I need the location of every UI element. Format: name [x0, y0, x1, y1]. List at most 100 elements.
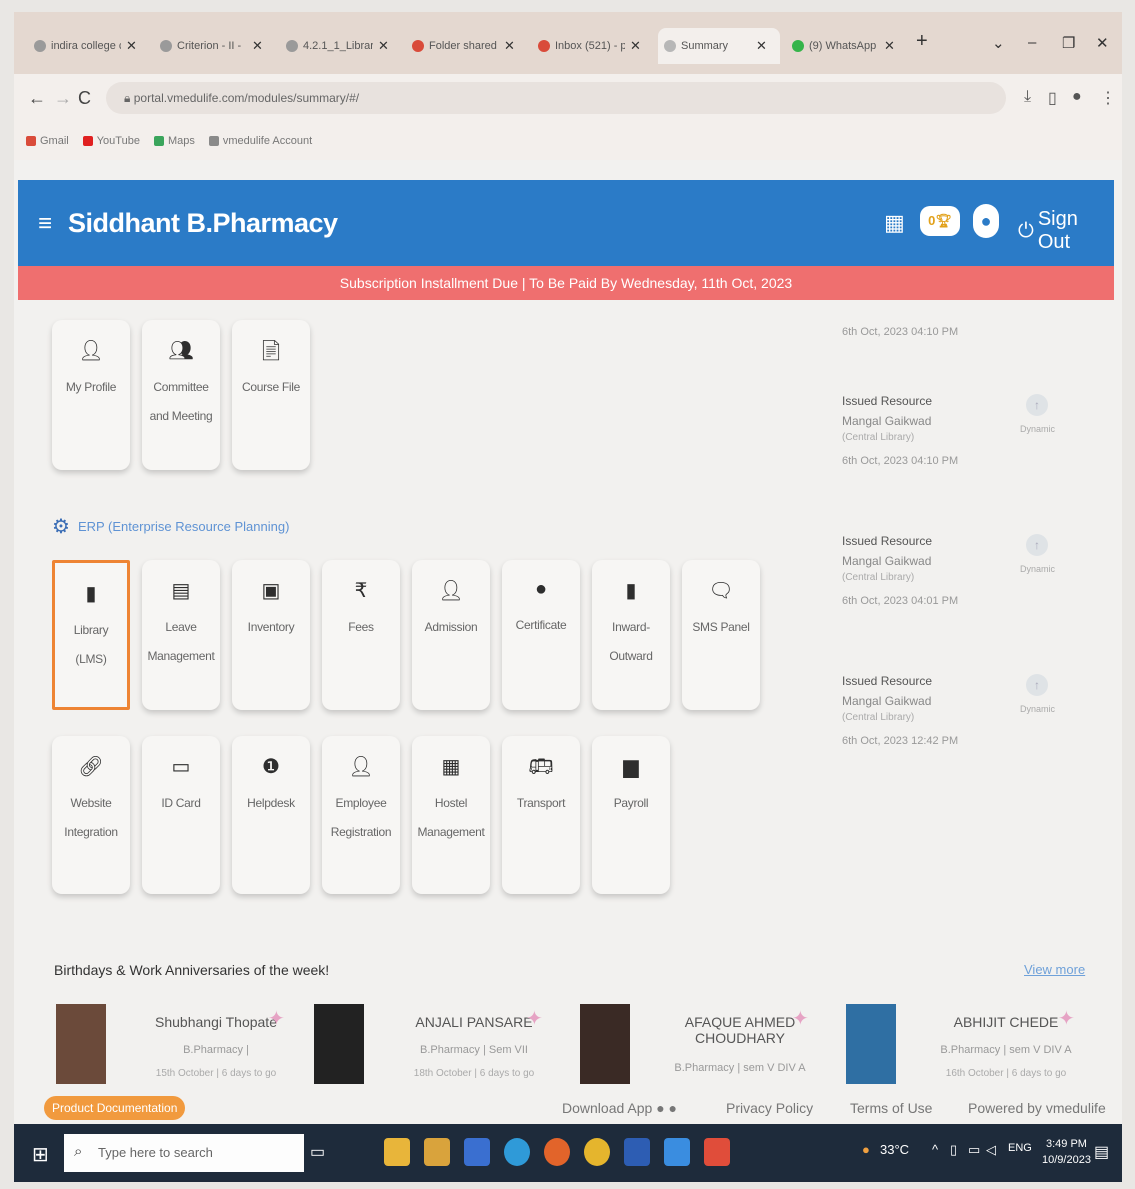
- language-indicator[interactable]: ENG: [1008, 1142, 1032, 1154]
- tray-chevron-icon[interactable]: ^: [932, 1142, 938, 1157]
- close-icon[interactable]: ✕: [126, 38, 137, 54]
- windows-taskbar: ⊞ ⌕ Type here to search ▭ ● 33°C ^ ▯ ▭ ◁…: [14, 1124, 1122, 1182]
- browser-tab[interactable]: (9) WhatsApp ✕: [786, 28, 901, 64]
- browser-tab[interactable]: 4.2.1_1_Library ✕: [280, 28, 395, 64]
- birthday-card[interactable]: Shubhangi Thopate B.Pharmacy | 15th Octo…: [56, 1000, 316, 1090]
- close-icon[interactable]: ✕: [378, 38, 389, 54]
- screenshot-frame: indira college c ✕ Criterion - II - ✕ 4.…: [14, 12, 1122, 1182]
- employee-icon: 👤︎: [348, 756, 374, 778]
- download-icon[interactable]: ⤓: [1024, 88, 1031, 106]
- volume-icon[interactable]: ◁: [986, 1142, 996, 1158]
- bookmark-gmail[interactable]: Gmail: [26, 135, 69, 147]
- tile-my-profile[interactable]: 👤︎ My Profile: [52, 320, 130, 470]
- sidepanel-icon[interactable]: ▯: [1048, 88, 1057, 108]
- tile-hostel-management[interactable]: ▦ Hostel Management: [412, 736, 490, 894]
- sign-out-button[interactable]: ⏻ Sign Out: [1018, 208, 1114, 254]
- browser-tab[interactable]: Criterion - II - ✕: [154, 28, 269, 64]
- file-explorer-icon[interactable]: [384, 1138, 410, 1166]
- close-icon[interactable]: ✕: [756, 38, 767, 54]
- tile-committee[interactable]: 👥︎ Committee and Meeting: [142, 320, 220, 470]
- bookmark-youtube[interactable]: YouTube: [82, 135, 140, 147]
- bookmark-vmedulife[interactable]: vmedulife Account: [208, 135, 312, 147]
- browser-tab-active[interactable]: Summary ✕: [658, 28, 780, 64]
- url-field[interactable]: 🔒︎ portal.vmedulife.com/modules/summary/…: [106, 82, 1006, 114]
- app-icon[interactable]: [664, 1138, 690, 1166]
- terms-link[interactable]: Terms of Use: [850, 1100, 932, 1116]
- grid-icon[interactable]: ▦: [884, 210, 905, 236]
- task-view-icon[interactable]: ▭: [310, 1142, 325, 1162]
- activity-item[interactable]: Issued Resource Mangal Gaikwad (Central …: [842, 394, 1102, 467]
- chrome-icon[interactable]: [584, 1138, 610, 1166]
- product-documentation-button[interactable]: Product Documentation: [44, 1096, 186, 1120]
- activity-item[interactable]: Issued Resource Mangal Gaikwad (Central …: [842, 534, 1102, 607]
- battery-icon[interactable]: ▯: [950, 1142, 957, 1158]
- chevron-down-icon[interactable]: ⌄: [992, 34, 1005, 52]
- view-more-link[interactable]: View more: [1024, 962, 1085, 977]
- user-avatar-icon[interactable]: ●: [973, 204, 999, 238]
- browser-tab[interactable]: Folder shared - ✕: [406, 28, 521, 64]
- bookmark-maps[interactable]: Maps: [153, 135, 195, 147]
- gmail-icon: [412, 40, 424, 52]
- close-window-icon[interactable]: ✕: [1096, 34, 1109, 52]
- tile-admission[interactable]: 👤︎ Admission: [412, 560, 490, 710]
- gmail-icon: [26, 136, 36, 146]
- app-header: ≡ Siddhant B.Pharmacy ▦ 0🏆︎ ● ⏻ Sign Out: [18, 180, 1114, 266]
- word-icon[interactable]: [624, 1138, 650, 1166]
- trophy-badge[interactable]: 0🏆︎: [920, 206, 960, 236]
- network-icon[interactable]: ▭: [968, 1142, 980, 1158]
- close-icon[interactable]: ✕: [504, 38, 515, 54]
- activity-item[interactable]: Issued Resource Mangal Gaikwad (Central …: [842, 674, 1102, 747]
- bookmarks-bar: Gmail YouTube Maps vmedulife Account: [14, 122, 1122, 160]
- birthday-card[interactable]: ABHIJIT CHEDE B.Pharmacy | sem V DIV A 1…: [846, 1000, 1106, 1090]
- taskbar-clock[interactable]: 3:49 PM 10/9/2023: [1042, 1136, 1091, 1168]
- tile-inventory[interactable]: ▣ Inventory: [232, 560, 310, 710]
- tile-certificate[interactable]: ● Certificate: [502, 560, 580, 710]
- temperature-text[interactable]: 33°C: [880, 1142, 909, 1157]
- tile-payroll[interactable]: ▆ Payroll: [592, 736, 670, 894]
- party-popper-icon: ✦: [1058, 1008, 1075, 1030]
- avatar: [56, 1004, 106, 1084]
- close-icon[interactable]: ✕: [884, 38, 895, 54]
- file-icon: 📄︎: [258, 340, 284, 362]
- profile-icon[interactable]: ●: [1072, 88, 1082, 106]
- tile-id-card[interactable]: ▭ ID Card: [142, 736, 220, 894]
- browser-tab[interactable]: indira college c ✕: [28, 28, 143, 64]
- minimize-icon[interactable]: –: [1028, 34, 1036, 51]
- birthday-card[interactable]: AFAQUE AHMED CHOUDHARY B.Pharmacy | sem …: [580, 1000, 840, 1090]
- browser-tab[interactable]: Inbox (521) - p ✕: [532, 28, 647, 64]
- reload-icon[interactable]: C: [78, 88, 91, 109]
- download-app-link[interactable]: Download App ● ●: [562, 1100, 677, 1116]
- sms-icon: 🗨︎: [708, 580, 734, 602]
- edge-icon[interactable]: [504, 1138, 530, 1166]
- tile-helpdesk[interactable]: ❶ Helpdesk: [232, 736, 310, 894]
- taskbar-search-input[interactable]: ⌕ Type here to search: [64, 1134, 304, 1172]
- tile-employee-registration[interactable]: 👤︎ Employee Registration: [322, 736, 400, 894]
- notification-icon[interactable]: ▤: [1094, 1142, 1109, 1162]
- close-icon[interactable]: ✕: [630, 38, 641, 54]
- tile-transport[interactable]: 🚌︎ Transport: [502, 736, 580, 894]
- hamburger-icon[interactable]: ≡: [38, 210, 52, 238]
- tile-leave-management[interactable]: ▤ Leave Management: [142, 560, 220, 710]
- birthday-card[interactable]: ANJALI PANSARE B.Pharmacy | Sem VII 18th…: [314, 1000, 574, 1090]
- close-icon[interactable]: ✕: [252, 38, 263, 54]
- subscription-banner: Subscription Installment Due | To Be Pai…: [18, 266, 1114, 300]
- tile-sms-panel[interactable]: 🗨︎ SMS Panel: [682, 560, 760, 710]
- tile-website-integration[interactable]: 🔗︎ Website Integration: [52, 736, 130, 894]
- tile-inward-outward[interactable]: ▮ Inward- Outward: [592, 560, 670, 710]
- firefox-icon[interactable]: [544, 1138, 570, 1166]
- maximize-icon[interactable]: ❐: [1062, 34, 1075, 52]
- globe-icon: [286, 40, 298, 52]
- pdf-icon[interactable]: [704, 1138, 730, 1166]
- trophy-icon: 🏆︎: [935, 213, 952, 228]
- forward-icon[interactable]: →: [54, 88, 72, 109]
- tile-library[interactable]: ▮ Library (LMS): [52, 560, 130, 710]
- new-tab-button[interactable]: +: [916, 30, 928, 53]
- back-icon[interactable]: ←: [28, 88, 46, 109]
- windows-start-icon[interactable]: ⊞: [32, 1142, 49, 1167]
- tile-course-file[interactable]: 📄︎ Course File: [232, 320, 310, 470]
- store-icon[interactable]: [424, 1138, 450, 1166]
- tile-fees[interactable]: ₹ Fees: [322, 560, 400, 710]
- mail-icon[interactable]: [464, 1138, 490, 1166]
- privacy-policy-link[interactable]: Privacy Policy: [726, 1100, 813, 1116]
- menu-dots-icon[interactable]: ⋮: [1100, 88, 1116, 108]
